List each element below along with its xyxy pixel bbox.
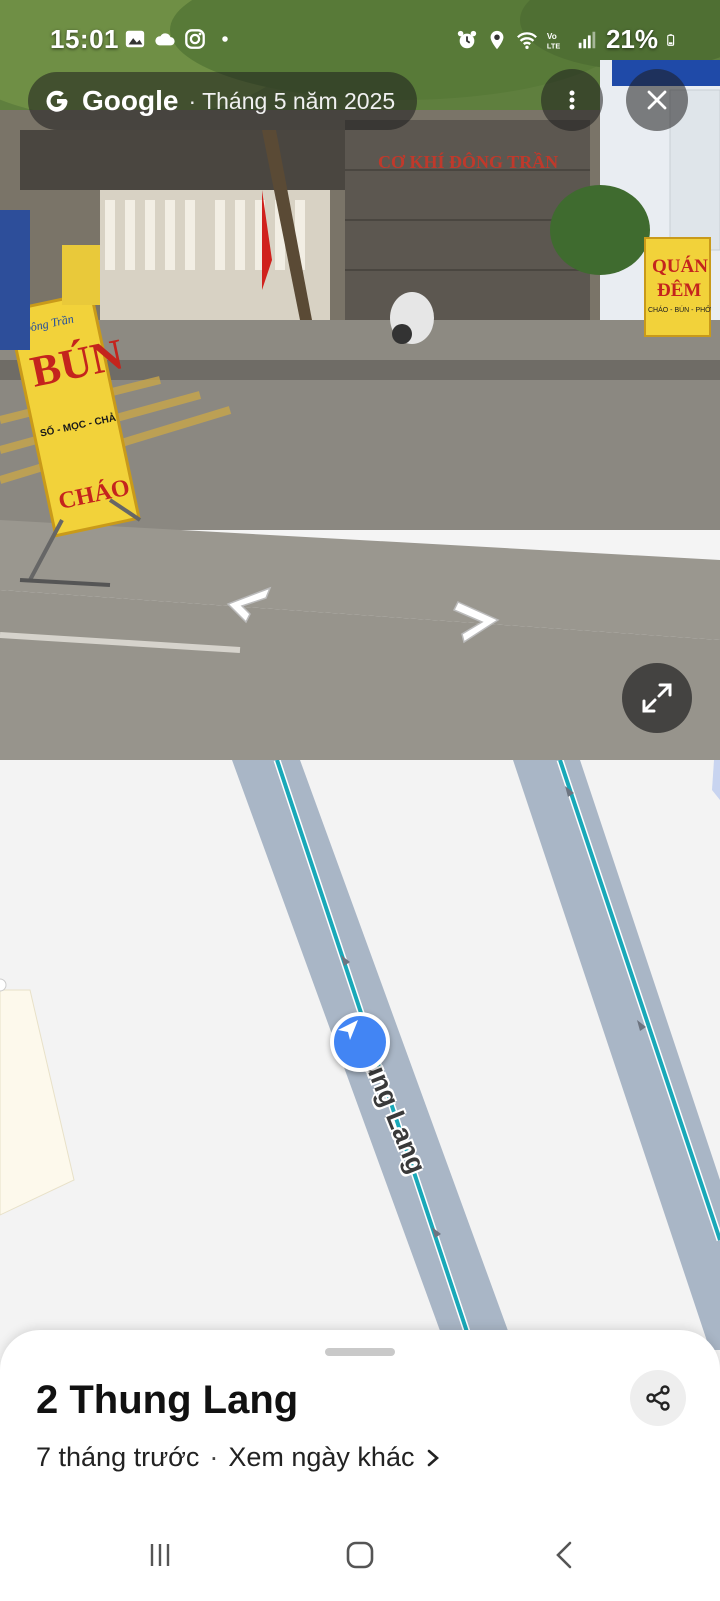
recents-button[interactable] bbox=[130, 1530, 190, 1580]
volte-icon: VoLTE bbox=[547, 32, 560, 50]
street-view-right-arrow-icon[interactable] bbox=[452, 598, 504, 644]
sign-right-line2: ĐÊM bbox=[657, 279, 701, 301]
drag-handle[interactable] bbox=[325, 1348, 395, 1356]
chevron-right-icon[interactable] bbox=[424, 1447, 442, 1469]
more-options-button[interactable] bbox=[541, 69, 603, 131]
home-icon bbox=[346, 1541, 374, 1569]
share-icon bbox=[646, 1385, 670, 1411]
gallery-icon bbox=[125, 30, 145, 48]
see-other-dates-link[interactable]: Xem ngày khác bbox=[228, 1442, 414, 1473]
capture-age-label: 7 tháng trước bbox=[36, 1442, 200, 1472]
alarm-icon bbox=[457, 30, 477, 48]
capture-date-label: · Tháng 5 năm 2025 bbox=[188, 87, 396, 114]
separator-dot: · bbox=[209, 1442, 219, 1472]
status-bar: 15:01 Vo LTE 21% bbox=[0, 0, 720, 80]
system-navigation-bar bbox=[0, 1500, 720, 1601]
instagram-icon bbox=[185, 29, 205, 49]
battery-percentage: 21% bbox=[605, 24, 658, 54]
more-vert-icon bbox=[569, 90, 575, 110]
place-title: 2 Thung Lang bbox=[36, 1378, 299, 1422]
sign-right-small: CHÁO - BÚN - PHỞ bbox=[648, 305, 711, 314]
status-time: 15:01 bbox=[50, 24, 119, 54]
svg-text:Vo: Vo bbox=[547, 32, 557, 41]
cloud-icon bbox=[155, 33, 175, 46]
share-button[interactable] bbox=[630, 1370, 686, 1426]
svg-text:LTE: LTE bbox=[547, 41, 560, 50]
location-icon bbox=[490, 30, 504, 49]
shop-banner-text: CƠ KHÍ ĐÔNG TRẦN bbox=[378, 151, 558, 172]
wifi-icon bbox=[516, 31, 537, 49]
capture-info-row: 7 tháng trước · Xem ngày khác bbox=[36, 1442, 442, 1473]
battery-icon bbox=[667, 33, 675, 46]
back-icon bbox=[556, 1541, 572, 1569]
street-view-position-marker[interactable] bbox=[330, 1012, 390, 1072]
home-button[interactable] bbox=[330, 1530, 390, 1580]
close-icon bbox=[647, 90, 667, 110]
dot-icon bbox=[222, 36, 228, 42]
street-view-panel[interactable]: CƠ KHÍ ĐÔNG TRẦN Đông Trần BÚN SỐ - MỌC … bbox=[0, 0, 720, 760]
back-button[interactable] bbox=[535, 1530, 595, 1580]
google-g-icon bbox=[46, 90, 68, 112]
expand-fullscreen-button[interactable] bbox=[622, 663, 692, 733]
sign-right-line1: QUÁN bbox=[652, 255, 708, 277]
close-button[interactable] bbox=[626, 69, 688, 131]
recents-icon bbox=[150, 1544, 170, 1566]
navigation-arrow-icon bbox=[338, 1020, 358, 1040]
street-view-info-chip[interactable]: Google · Tháng 5 năm 2025 bbox=[28, 72, 418, 130]
street-view-left-arrow-icon[interactable] bbox=[220, 586, 276, 626]
map-view[interactable]: ung Lang bbox=[0, 760, 720, 1350]
expand-icon bbox=[642, 683, 672, 713]
signal-icon bbox=[578, 31, 596, 48]
google-brand-label: Google bbox=[82, 85, 179, 116]
